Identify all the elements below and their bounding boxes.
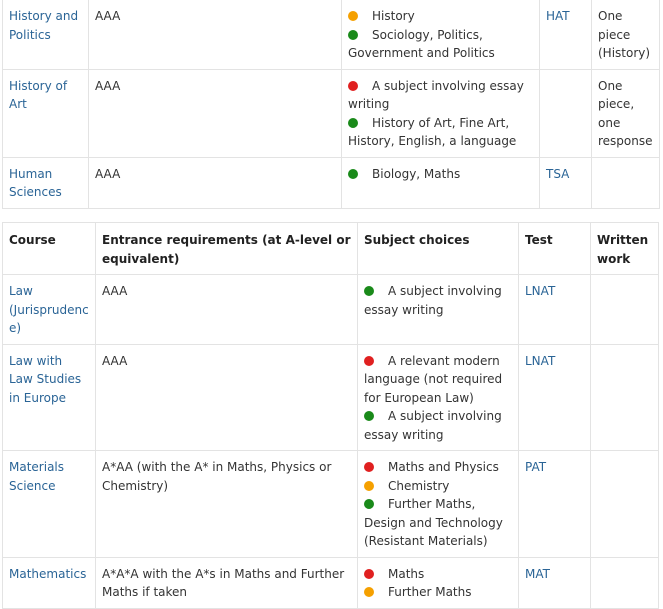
entrance-requirements: AAA — [88, 156, 342, 209]
red-dot-icon — [364, 568, 374, 579]
header-requirements: Entrance requirements (at A-level or equ… — [95, 222, 358, 275]
written-work — [590, 343, 659, 451]
header-written-work: Written work — [590, 222, 659, 275]
subject-item: A subject involving essay writing — [364, 282, 512, 319]
subject-choices: Biology, Maths — [341, 156, 540, 209]
course-link[interactable]: Human Sciences — [2, 156, 89, 209]
header-subject-choices: Subject choices — [357, 222, 519, 275]
subject-choices: History Sociology, Politics, Government a… — [341, 0, 540, 70]
written-work — [590, 450, 659, 558]
header-course: Course — [2, 222, 96, 275]
table-row: Law (Jurisprudence) AAA A subject involvin… — [2, 274, 659, 345]
test-link[interactable]: TSA — [539, 156, 592, 209]
test-link[interactable]: LNAT — [518, 274, 591, 345]
written-work — [590, 556, 659, 609]
written-work: One piece, one response — [591, 68, 660, 158]
subject-text: A subject involving essay writing — [348, 78, 524, 112]
subject-choices: Maths Further Maths — [357, 556, 519, 609]
subject-item: History of Art, Fine Art, History, Engli… — [348, 114, 533, 151]
entrance-requirements: AAA — [95, 343, 358, 451]
subject-item: Chemistry — [364, 477, 512, 496]
subject-item: A subject involving essay writing — [364, 407, 512, 444]
table-row: Human Sciences AAA Biology, Maths TSA — [2, 156, 660, 209]
subject-item: Further Maths, Design and Technology (Re… — [364, 495, 512, 551]
header-row: Course Entrance requirements (at A-level… — [2, 222, 659, 275]
subject-item: Further Maths — [364, 583, 512, 602]
subject-choices: Maths and Physics Chemistry Further Maths,… — [357, 450, 519, 558]
subject-choices: A subject involving essay writing History… — [341, 68, 540, 158]
subject-choices: A relevant modern language (not required… — [357, 343, 519, 451]
subject-text: A subject involving essay writing — [364, 409, 502, 442]
subject-text: Chemistry — [388, 478, 450, 493]
table-row: Mathematics A*A*A with the A*s in Maths a… — [2, 556, 659, 609]
course-link[interactable]: History and Politics — [2, 0, 89, 70]
course-link[interactable]: Law with Law Studies in Europe — [2, 343, 96, 451]
red-dot-icon — [364, 462, 374, 472]
subject-text: History of Art, Fine Art, History, Engli… — [348, 115, 517, 149]
amber-dot-icon — [364, 480, 374, 491]
subject-item: Maths — [364, 565, 512, 584]
written-work: One piece (History) — [591, 0, 660, 70]
subject-item: History — [348, 7, 533, 26]
green-dot-icon — [348, 117, 358, 128]
green-dot-icon — [348, 168, 358, 179]
subject-text: Biology, Maths — [372, 166, 461, 181]
test-link[interactable]: LNAT — [518, 343, 591, 451]
course-link[interactable]: Law (Jurisprudence) — [2, 274, 96, 345]
course-link[interactable]: Materials Science — [2, 450, 96, 558]
header-test: Test — [518, 222, 591, 275]
course-link[interactable]: History of Art — [2, 68, 89, 158]
subject-text: Sociology, Politics, Government and Poli… — [348, 27, 495, 61]
subject-text: Maths and Physics — [388, 460, 499, 474]
green-dot-icon — [348, 29, 358, 40]
entrance-requirements: AAA — [88, 0, 342, 70]
subject-text: Maths — [388, 566, 425, 581]
green-dot-icon — [364, 499, 374, 509]
subject-text: History — [372, 9, 415, 23]
subject-text: A relevant modern language (not required… — [364, 353, 503, 405]
subject-item: Sociology, Politics, Government and Poli… — [348, 26, 533, 63]
green-dot-icon — [364, 411, 374, 421]
test-link[interactable]: MAT — [518, 556, 591, 609]
entrance-requirements: AAA — [95, 274, 358, 345]
red-dot-icon — [364, 355, 374, 366]
entrance-requirements: A*A*A with the A*s in Maths and Further … — [95, 556, 358, 609]
test-link[interactable]: PAT — [518, 450, 591, 558]
subject-text: Further Maths, Design and Technology (Re… — [364, 497, 503, 548]
entrance-requirements: AAA — [88, 68, 342, 158]
red-dot-icon — [348, 80, 358, 91]
green-dot-icon — [364, 286, 374, 296]
test-link[interactable]: HAT — [539, 0, 592, 70]
written-work — [590, 274, 659, 345]
entrance-requirements: A*AA (with the A* in Maths, Physics or C… — [95, 450, 358, 558]
subject-item: Biology, Maths — [348, 165, 533, 184]
amber-dot-icon — [348, 11, 358, 21]
courses-table-bottom: Course Entrance requirements (at A-level… — [2, 222, 659, 609]
test-link — [539, 68, 592, 158]
written-work — [591, 156, 660, 209]
subject-text: A subject involving essay writing — [364, 284, 502, 317]
subject-text: Further Maths — [388, 585, 472, 599]
subject-choices: A subject involving essay writing — [357, 274, 519, 345]
course-link[interactable]: Mathematics — [2, 556, 96, 609]
subject-item: Maths and Physics — [364, 458, 512, 477]
table-row: History of Art AAA A subject involving ess… — [2, 68, 660, 158]
table-row: History and Politics AAA History Sociology,… — [2, 0, 660, 70]
subject-item: A relevant modern language (not required… — [364, 352, 512, 408]
courses-table-top: History and Politics AAA History Sociology,… — [2, 0, 660, 209]
subject-item: A subject involving essay writing — [348, 77, 533, 114]
table-row: Materials Science A*AA (with the A* in Ma… — [2, 450, 659, 558]
table-row: Law with Law Studies in Europe AAA A relev… — [2, 343, 659, 451]
